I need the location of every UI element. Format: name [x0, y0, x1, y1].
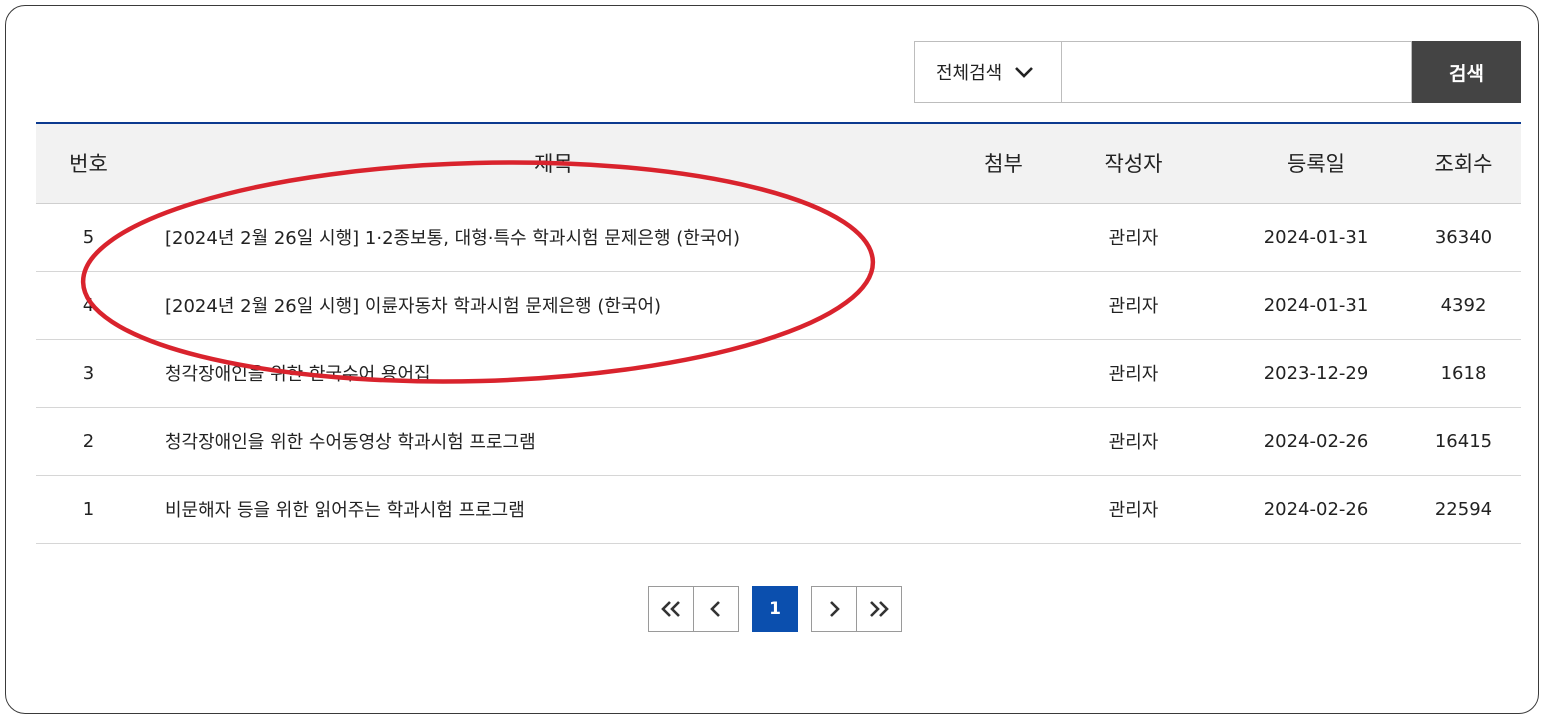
row-views: 22594: [1406, 475, 1521, 544]
double-chevron-left-icon: [660, 600, 682, 618]
row-attachment: [966, 407, 1041, 476]
row-author: 관리자: [1041, 407, 1226, 476]
search-input[interactable]: [1061, 41, 1412, 103]
next-page-button[interactable]: [811, 586, 857, 632]
prev-page-button[interactable]: [693, 586, 739, 632]
row-title-link[interactable]: [2024년 2월 26일 시행] 1·2종보통, 대형·특수 학과시험 문제은…: [141, 203, 966, 272]
search-bar: 전체검색 검색: [914, 41, 1521, 103]
column-header-number: 번호: [36, 122, 141, 204]
row-author: 관리자: [1041, 475, 1226, 544]
row-date: 2024-01-31: [1226, 203, 1406, 272]
table-row: 4 [2024년 2월 26일 시행] 이륜자동차 학과시험 문제은행 (한국어…: [36, 271, 1521, 340]
search-scope-select[interactable]: 전체검색: [914, 41, 1061, 103]
table-row: 5 [2024년 2월 26일 시행] 1·2종보통, 대형·특수 학과시험 문…: [36, 203, 1521, 272]
pagination: 1: [648, 586, 902, 632]
chevron-left-icon: [709, 600, 723, 618]
row-views: 36340: [1406, 203, 1521, 272]
row-views: 16415: [1406, 407, 1521, 476]
row-number: 5: [36, 203, 141, 272]
row-date: 2024-01-31: [1226, 271, 1406, 340]
row-views: 4392: [1406, 271, 1521, 340]
row-title-link[interactable]: [2024년 2월 26일 시행] 이륜자동차 학과시험 문제은행 (한국어): [141, 271, 966, 340]
last-page-button[interactable]: [856, 586, 902, 632]
row-number: 4: [36, 271, 141, 340]
table-header-row: 번호 제목 첨부 작성자 등록일 조회수: [36, 122, 1521, 204]
chevron-right-icon: [827, 600, 841, 618]
table-row: 3 청각장애인을 위한 한국수어 용어집 관리자 2023-12-29 1618: [36, 339, 1521, 408]
row-date: 2023-12-29: [1226, 339, 1406, 408]
table-row: 2 청각장애인을 위한 수어동영상 학과시험 프로그램 관리자 2024-02-…: [36, 407, 1521, 476]
row-author: 관리자: [1041, 203, 1226, 272]
search-scope-label: 전체검색: [936, 63, 1003, 84]
double-chevron-right-icon: [868, 600, 890, 618]
column-header-attachment: 첨부: [966, 122, 1041, 204]
row-attachment: [966, 475, 1041, 544]
first-page-button[interactable]: [648, 586, 694, 632]
column-header-views: 조회수: [1406, 122, 1521, 204]
column-header-title: 제목: [141, 122, 966, 204]
row-attachment: [966, 271, 1041, 340]
row-views: 1618: [1406, 339, 1521, 408]
row-author: 관리자: [1041, 271, 1226, 340]
search-button[interactable]: 검색: [1412, 41, 1521, 103]
row-number: 1: [36, 475, 141, 544]
page-button-current[interactable]: 1: [752, 586, 798, 632]
row-attachment: [966, 339, 1041, 408]
board-table: 번호 제목 첨부 작성자 등록일 조회수 5 [2024년 2월 26일 시행]…: [36, 122, 1521, 544]
column-header-date: 등록일: [1226, 122, 1406, 204]
row-date: 2024-02-26: [1226, 475, 1406, 544]
chevron-down-icon: [1014, 61, 1036, 83]
row-title-link[interactable]: 비문해자 등을 위한 읽어주는 학과시험 프로그램: [141, 475, 966, 544]
column-header-author: 작성자: [1041, 122, 1226, 204]
row-title-link[interactable]: 청각장애인을 위한 수어동영상 학과시험 프로그램: [141, 407, 966, 476]
row-date: 2024-02-26: [1226, 407, 1406, 476]
row-attachment: [966, 203, 1041, 272]
row-number: 3: [36, 339, 141, 408]
row-author: 관리자: [1041, 339, 1226, 408]
row-title-link[interactable]: 청각장애인을 위한 한국수어 용어집: [141, 339, 966, 408]
table-row: 1 비문해자 등을 위한 읽어주는 학과시험 프로그램 관리자 2024-02-…: [36, 475, 1521, 544]
row-number: 2: [36, 407, 141, 476]
